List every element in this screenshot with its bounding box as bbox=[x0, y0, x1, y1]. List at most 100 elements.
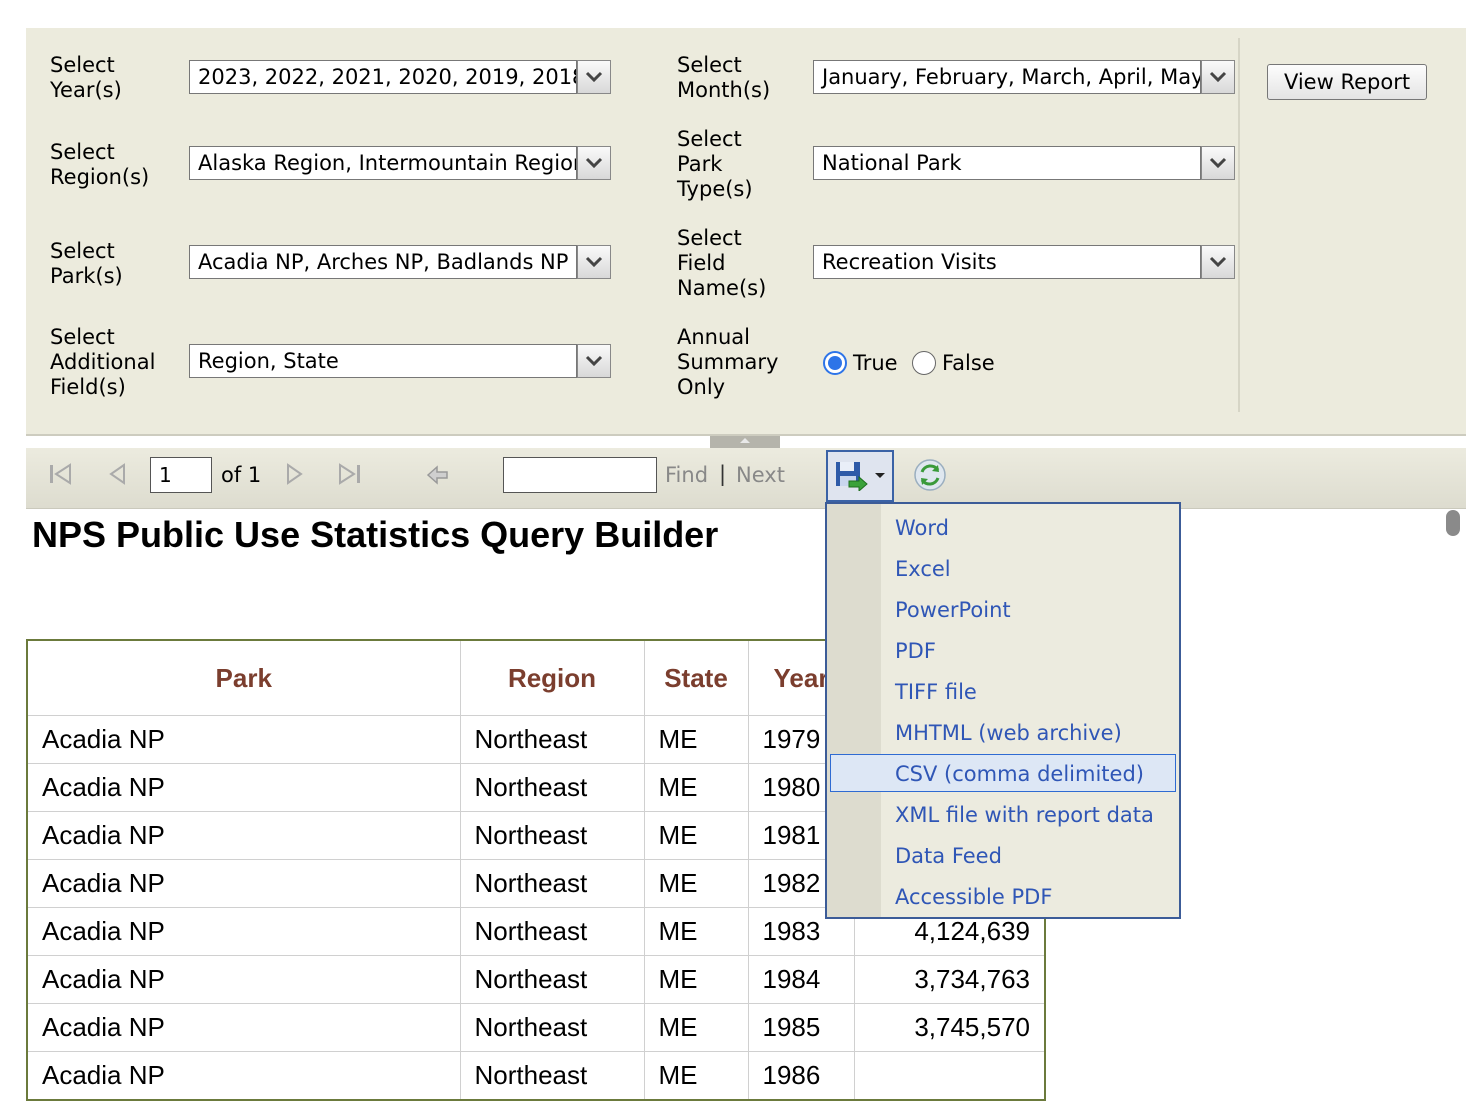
state-cell: ME bbox=[643, 859, 749, 908]
park-cell: Acadia NP bbox=[26, 811, 461, 860]
table-row: Acadia NP Northeast ME 1985 3,745,570 bbox=[26, 1003, 1046, 1052]
annual-true-label: True bbox=[853, 351, 898, 375]
find-separator: | bbox=[719, 462, 727, 486]
radio-unselected-icon[interactable] bbox=[912, 351, 936, 375]
park-type-dropdown[interactable]: National Park bbox=[813, 146, 1235, 180]
value-cell: 3,734,763 bbox=[853, 955, 1046, 1004]
column-header-state[interactable]: State bbox=[643, 639, 749, 716]
value-cell bbox=[853, 1051, 1046, 1101]
region-cell: Northeast bbox=[459, 1003, 645, 1052]
menu-item-data-feed[interactable]: Data Feed bbox=[895, 844, 1002, 868]
year-cell: 1985 bbox=[747, 1003, 855, 1052]
menu-item-powerpoint[interactable]: PowerPoint bbox=[895, 598, 1011, 622]
month-dropdown[interactable]: January, February, March, April, May bbox=[813, 60, 1235, 94]
state-cell: ME bbox=[643, 1003, 749, 1052]
park-value[interactable]: Acadia NP, Arches NP, Badlands NP bbox=[189, 245, 577, 279]
park-cell: Acadia NP bbox=[26, 715, 461, 764]
find-input[interactable] bbox=[503, 457, 657, 493]
collapse-handle[interactable] bbox=[710, 436, 780, 448]
region-cell: Northeast bbox=[459, 1051, 645, 1101]
page-count-label: of 1 bbox=[221, 463, 262, 487]
field-name-label: Select Field Name(s) bbox=[677, 226, 767, 300]
menu-item-mhtml[interactable]: MHTML (web archive) bbox=[895, 721, 1122, 745]
year-cell: 1986 bbox=[747, 1051, 855, 1101]
region-dropdown[interactable]: Alaska Region, Intermountain Region bbox=[189, 146, 611, 180]
find-link[interactable]: Find bbox=[665, 463, 708, 487]
menu-item-tiff[interactable]: TIFF file bbox=[895, 680, 977, 704]
next-link[interactable]: Next bbox=[736, 463, 785, 487]
state-cell: ME bbox=[643, 811, 749, 860]
table-row: Acadia NP Northeast ME 1984 3,734,763 bbox=[26, 955, 1046, 1004]
year-cell: 1984 bbox=[747, 955, 855, 1004]
menu-item-pdf[interactable]: PDF bbox=[895, 639, 936, 663]
annual-false-label: False bbox=[942, 351, 995, 375]
report-title: NPS Public Use Statistics Query Builder bbox=[32, 514, 719, 555]
year-label: Select Year(s) bbox=[50, 53, 122, 102]
column-header-park[interactable]: Park bbox=[26, 639, 461, 716]
radio-selected-icon[interactable] bbox=[823, 351, 847, 375]
chevron-down-icon[interactable] bbox=[577, 344, 611, 378]
parameter-separator bbox=[1238, 38, 1240, 412]
value-cell: 3,745,570 bbox=[853, 1003, 1046, 1052]
menu-item-xml[interactable]: XML file with report data bbox=[895, 803, 1154, 827]
back-icon[interactable] bbox=[426, 464, 450, 486]
month-label: Select Month(s) bbox=[677, 53, 771, 102]
park-cell: Acadia NP bbox=[26, 1051, 461, 1101]
additional-field-value[interactable]: Region, State bbox=[189, 344, 577, 378]
field-name-value[interactable]: Recreation Visits bbox=[813, 245, 1201, 279]
menu-item-excel[interactable]: Excel bbox=[895, 557, 951, 581]
region-cell: Northeast bbox=[459, 811, 645, 860]
chevron-down-icon[interactable] bbox=[1201, 60, 1235, 94]
park-type-value[interactable]: National Park bbox=[813, 146, 1201, 180]
chevron-down-icon[interactable] bbox=[577, 60, 611, 94]
menu-item-csv[interactable]: CSV (comma delimited) bbox=[895, 762, 1144, 786]
table-row: Acadia NP Northeast ME 1986 bbox=[26, 1051, 1046, 1101]
menu-gutter bbox=[827, 504, 881, 917]
previous-page-icon[interactable] bbox=[106, 462, 128, 486]
region-cell: Northeast bbox=[459, 955, 645, 1004]
region-cell: Northeast bbox=[459, 763, 645, 812]
annual-false-radio[interactable]: False bbox=[912, 351, 995, 375]
additional-field-label: Select Additional Field(s) bbox=[50, 325, 156, 399]
field-name-dropdown[interactable]: Recreation Visits bbox=[813, 245, 1235, 279]
park-cell: Acadia NP bbox=[26, 955, 461, 1004]
additional-field-dropdown[interactable]: Region, State bbox=[189, 344, 611, 378]
view-report-button[interactable]: View Report bbox=[1267, 64, 1427, 100]
menu-item-accessible-pdf[interactable]: Accessible PDF bbox=[895, 885, 1052, 909]
year-value[interactable]: 2023, 2022, 2021, 2020, 2019, 2018 bbox=[189, 60, 577, 94]
region-value[interactable]: Alaska Region, Intermountain Region bbox=[189, 146, 577, 180]
park-cell: Acadia NP bbox=[26, 859, 461, 908]
page-number-input[interactable]: 1 bbox=[150, 457, 212, 493]
menu-item-word[interactable]: Word bbox=[895, 516, 949, 540]
chevron-down-icon[interactable] bbox=[1201, 245, 1235, 279]
park-cell: Acadia NP bbox=[26, 763, 461, 812]
year-dropdown[interactable]: 2023, 2022, 2021, 2020, 2019, 2018 bbox=[189, 60, 611, 94]
state-cell: ME bbox=[643, 907, 749, 956]
park-type-label: Select Park Type(s) bbox=[677, 127, 753, 201]
region-cell: Northeast bbox=[459, 859, 645, 908]
annual-summary-label: Annual Summary Only bbox=[677, 325, 779, 399]
chevron-down-icon[interactable] bbox=[577, 245, 611, 279]
chevron-down-icon[interactable] bbox=[874, 472, 886, 480]
export-button[interactable] bbox=[826, 450, 894, 502]
next-page-icon[interactable] bbox=[284, 462, 306, 486]
last-page-icon[interactable] bbox=[336, 462, 364, 486]
state-cell: ME bbox=[643, 1051, 749, 1101]
month-value[interactable]: January, February, March, April, May bbox=[813, 60, 1201, 94]
vertical-scrollbar[interactable] bbox=[1446, 510, 1460, 536]
park-dropdown[interactable]: Acadia NP, Arches NP, Badlands NP bbox=[189, 245, 611, 279]
chevron-down-icon[interactable] bbox=[577, 146, 611, 180]
park-cell: Acadia NP bbox=[26, 1003, 461, 1052]
park-cell: Acadia NP bbox=[26, 907, 461, 956]
region-cell: Northeast bbox=[459, 715, 645, 764]
state-cell: ME bbox=[643, 715, 749, 764]
chevron-down-icon[interactable] bbox=[1201, 146, 1235, 180]
state-cell: ME bbox=[643, 955, 749, 1004]
refresh-icon[interactable] bbox=[912, 457, 948, 493]
column-header-region[interactable]: Region bbox=[459, 639, 645, 716]
state-cell: ME bbox=[643, 763, 749, 812]
save-export-icon[interactable] bbox=[835, 461, 869, 491]
first-page-icon[interactable] bbox=[48, 462, 74, 486]
annual-true-radio[interactable]: True bbox=[823, 351, 898, 375]
region-label: Select Region(s) bbox=[50, 140, 150, 189]
